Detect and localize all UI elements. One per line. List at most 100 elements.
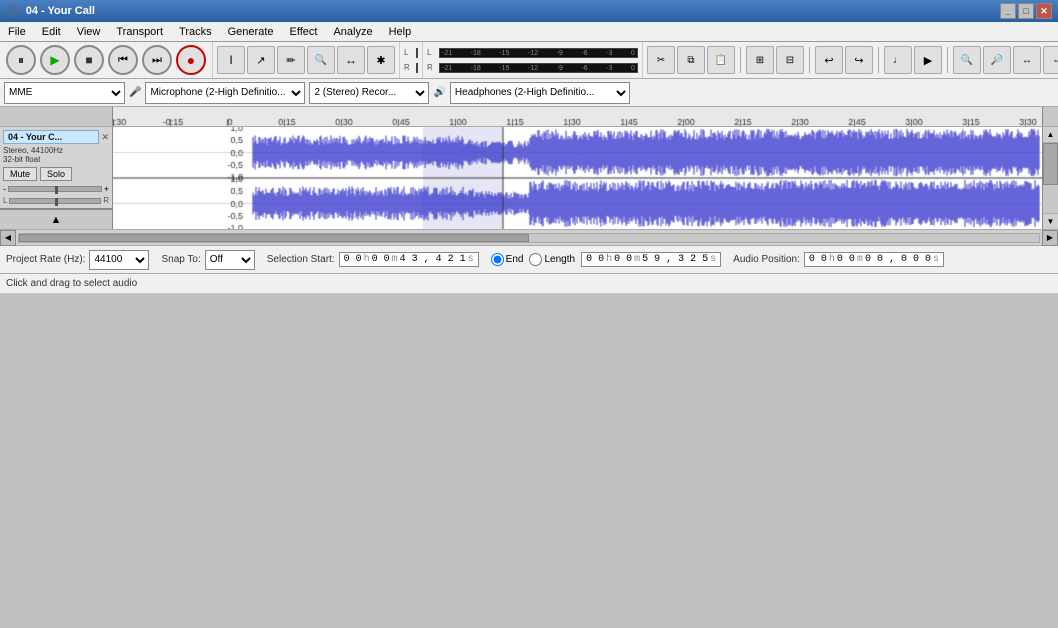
api-select[interactable]: MME Windows DirectSound Windows WASAPI [4, 82, 125, 104]
envelope-tool[interactable]: ↗ [247, 46, 275, 74]
timeshift-tool[interactable]: ↔ [337, 46, 365, 74]
meter-l-row: L Click to Start Monitoring -57-54-51-48… [404, 46, 418, 60]
redo-button[interactable]: ↪ [845, 46, 873, 74]
pan-row: L R [3, 196, 109, 205]
play-button[interactable]: ▶ [40, 45, 70, 75]
menu-file[interactable]: File [0, 22, 34, 41]
length-radio[interactable] [529, 253, 542, 266]
meter-r-label: R [404, 63, 414, 72]
draw-tool[interactable]: ✏ [277, 46, 305, 74]
trim-button[interactable]: ✂ [647, 46, 675, 74]
toolbar-separator-1 [740, 47, 741, 73]
skip-start-button[interactable]: ⏮ [108, 45, 138, 75]
minimize-button[interactable]: _ [1000, 3, 1016, 19]
menu-effect[interactable]: Effect [282, 22, 326, 41]
main-toolbar-row: ⏸ ▶ ■ ⏮ ⏭ ● I ↗ ✏ 🔍 ↔ ✱ L Click to Start… [0, 42, 1058, 79]
solo-button[interactable]: Solo [40, 167, 72, 181]
zoom-sel2-button[interactable]: ⇔ [1043, 46, 1058, 74]
vu-meter-section: L Click to Start Monitoring -57-54-51-48… [400, 42, 422, 78]
scroll-down-button[interactable]: ▼ [1043, 213, 1058, 229]
project-rate-group: Project Rate (Hz): 44100 [6, 250, 149, 270]
menu-transport[interactable]: Transport [108, 22, 171, 41]
close-button[interactable]: ✕ [1036, 3, 1052, 19]
end-label: End [506, 254, 524, 265]
snap-to-label: Snap To: [161, 254, 200, 265]
length-radio-label[interactable]: Length [529, 253, 575, 266]
titlebar-left: 🎵 04 - Your Call [6, 5, 95, 18]
menu-analyze[interactable]: Analyze [325, 22, 380, 41]
zoom-sel-button[interactable]: ⊟ [776, 46, 804, 74]
track-close-button[interactable]: ✕ [101, 132, 109, 143]
gain-slider[interactable] [8, 186, 102, 192]
skip-end-button[interactable]: ⏭ [142, 45, 172, 75]
paste-button[interactable]: 📋 [707, 46, 735, 74]
metronome-button[interactable]: ♩ [884, 46, 912, 74]
menu-help[interactable]: Help [381, 22, 420, 41]
playback-meter-r-row: R -21-18-15-12-9-6-30 [427, 61, 638, 75]
pan-thumb[interactable] [55, 198, 58, 206]
snap-to-select[interactable]: Off [205, 250, 255, 270]
selection-start-value[interactable]: 0 0 h 0 0 m 4 3 , 4 2 1 s [339, 252, 479, 267]
scroll-thumb-v[interactable] [1043, 143, 1058, 185]
playback-meter-r-bar: -21-18-15-12-9-6-30 [439, 63, 638, 73]
pause-button[interactable]: ⏸ [6, 45, 36, 75]
mute-button[interactable]: Mute [3, 167, 37, 181]
scroll-track-v[interactable] [1043, 143, 1058, 213]
zoom-fit-button[interactable]: ⊞ [746, 46, 774, 74]
meter-r-bar: -57-54-51-48-45-42-3-21-18-15-12-9-6-30 [416, 63, 418, 73]
scroll-thumb-h[interactable] [19, 234, 529, 242]
zoom-out-button[interactable]: 🔎 [983, 46, 1011, 74]
undo-button[interactable]: ↩ [815, 46, 843, 74]
waveform-canvas-container[interactable] [113, 127, 1042, 229]
end-radio[interactable] [491, 253, 504, 266]
multi-tool[interactable]: ✱ [367, 46, 395, 74]
toolbar-separator-3 [878, 47, 879, 73]
click-monitor-button[interactable]: Click to Start Monitoring [416, 48, 418, 58]
scroll-right-button[interactable]: ▶ [1042, 230, 1058, 246]
titlebar: 🎵 04 - Your Call _ □ ✕ [0, 0, 1058, 22]
timeline-ruler [0, 107, 1058, 127]
menu-generate[interactable]: Generate [220, 22, 282, 41]
record-button[interactable]: ● [176, 45, 206, 75]
zoom-in-button[interactable]: 🔍 [953, 46, 981, 74]
playback-meter-l-bar: -21-18-15-12-9-6-30 [439, 48, 638, 58]
input-channels-select[interactable]: 2 (Stereo) Recor... [309, 82, 429, 104]
scroll-up-button[interactable]: ▲ [1043, 127, 1058, 143]
toolbar-separator-4 [947, 47, 948, 73]
stop-button[interactable]: ■ [74, 45, 104, 75]
menu-tracks[interactable]: Tracks [171, 22, 220, 41]
waveform-canvas[interactable] [113, 127, 1042, 229]
track-collapse-button[interactable]: ▲ [0, 209, 112, 229]
track-name-row: 04 - Your C... ✕ [3, 130, 109, 144]
input-device-select[interactable]: Microphone (2-High Definitio... [145, 82, 305, 104]
meter-l-scale: -57-54-51-48-45-42-3-21-18-15-12-9-6-30 [417, 49, 418, 58]
ruler-canvas [113, 107, 1042, 126]
audio-pos-label: Audio Position: [733, 254, 800, 265]
scroll-left-button[interactable]: ◀ [0, 230, 16, 246]
gain-row: - + [3, 184, 109, 194]
gain-thumb[interactable] [55, 186, 58, 194]
project-rate-select[interactable]: 44100 [89, 250, 149, 270]
loop-button[interactable]: ▶ [914, 46, 942, 74]
zoom-in-tool[interactable]: 🔍 [307, 46, 335, 74]
device-toolbar: MME Windows DirectSound Windows WASAPI 🎤… [0, 79, 1058, 107]
titlebar-controls: _ □ ✕ [1000, 3, 1052, 19]
audio-pos-value[interactable]: 0 0 h 0 0 m 0 0 , 0 0 0 s [804, 252, 944, 267]
menu-edit[interactable]: Edit [34, 22, 69, 41]
zoom-reset-button[interactable]: ↔ [1013, 46, 1041, 74]
output-device-select[interactable]: Headphones (2-High Definitio... [450, 82, 630, 104]
app-icon: 🎵 [6, 5, 20, 18]
gain-plus-icon[interactable]: + [104, 184, 109, 194]
speaker-icon: 🔊 [433, 87, 445, 98]
copy-button[interactable]: ⧉ [677, 46, 705, 74]
maximize-button[interactable]: □ [1018, 3, 1034, 19]
pan-slider[interactable] [9, 198, 101, 204]
transport-controls: ⏸ ▶ ■ ⏮ ⏭ ● [0, 42, 213, 78]
scroll-track-h[interactable] [18, 233, 1040, 243]
selection-tool[interactable]: I [217, 46, 245, 74]
gain-minus-icon[interactable]: - [3, 184, 6, 194]
selection-end-value[interactable]: 0 0 h 0 0 m 5 9 , 3 2 5 s [581, 252, 721, 267]
menu-view[interactable]: View [69, 22, 109, 41]
end-radio-label[interactable]: End [491, 253, 524, 266]
track-name[interactable]: 04 - Your C... [3, 130, 99, 144]
